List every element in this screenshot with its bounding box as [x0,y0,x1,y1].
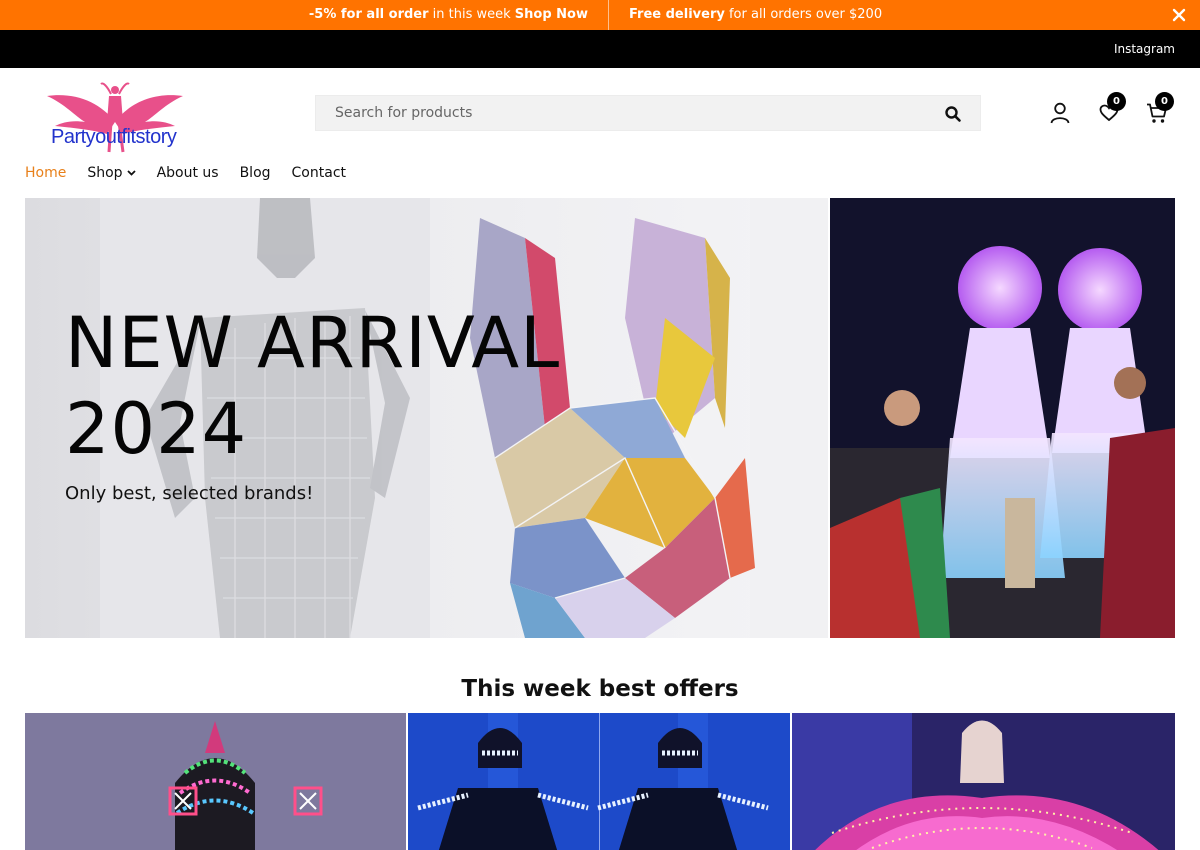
user-icon[interactable] [1050,102,1070,124]
side-banner-image [830,198,1175,638]
logo-text: Partyoutfitstory [51,126,177,148]
promo-delivery: Free delivery for all orders over $200 [629,0,882,30]
search-icon[interactable] [944,105,962,123]
wishlist-count-badge: 0 [1107,92,1126,111]
promo-discount-text: in this week [432,7,511,22]
promo-bar: -5% for all order in this week Shop Now … [0,0,1200,30]
nav-contact[interactable]: Contact [292,162,346,184]
side-banner[interactable] [830,198,1175,638]
cart-button[interactable]: 0 [1146,92,1178,124]
promo-delivery-highlight: Free delivery [629,7,725,22]
offers-section-title: This week best offers [461,676,739,702]
main-nav: Home Shop About us Blog Contact [25,162,367,184]
hero-title: NEW ARRIVAL 2024 [65,300,560,472]
product-image [25,713,406,850]
hero-title-line2: 2024 [65,388,248,470]
nav-shop-label: Shop [87,165,123,181]
site-logo[interactable]: Partyoutfitstory [25,78,205,208]
wishlist-button[interactable]: 0 [1097,92,1129,124]
close-icon[interactable] [1170,6,1188,24]
product-card[interactable] [408,713,790,850]
product-card[interactable] [792,713,1175,850]
hero-title-line1: NEW ARRIVAL [65,302,561,384]
search-input[interactable] [316,96,936,130]
nav-shop[interactable]: Shop [87,162,136,184]
nav-blog[interactable]: Blog [240,162,271,184]
chevron-down-icon [126,170,136,176]
search-bar [315,95,981,131]
product-image [792,713,1175,850]
hero-subtitle: Only best, selected brands! [65,483,314,504]
top-bar: Instagram [0,30,1200,68]
promo-discount: -5% for all order in this week Shop Now [309,0,588,30]
nav-home[interactable]: Home [25,162,66,184]
promo-discount-highlight: -5% for all order [308,7,429,22]
product-image [408,713,790,850]
instagram-link[interactable]: Instagram [1114,30,1175,68]
promo-divider [608,0,609,30]
cart-count-badge: 0 [1155,92,1174,111]
product-card[interactable] [25,713,406,850]
shop-now-link[interactable]: Shop Now [515,7,588,22]
hero-banner[interactable]: NEW ARRIVAL 2024 Only best, selected bra… [25,198,828,638]
nav-about-us[interactable]: About us [157,162,219,184]
promo-delivery-text: for all orders over $200 [728,7,883,22]
